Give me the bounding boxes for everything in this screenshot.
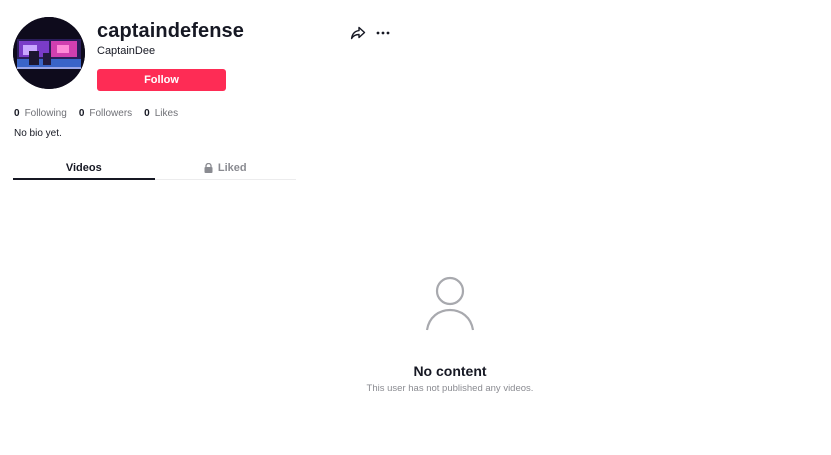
follow-button[interactable]: Follow [97, 69, 226, 91]
followers-count: 0 [78, 108, 85, 119]
profile-page: captaindefense CaptainDee Follow 0 Follo… [0, 0, 831, 455]
nickname: CaptainDee [97, 45, 156, 57]
tab-liked[interactable]: Liked [155, 156, 297, 179]
stat-followers[interactable]: 0 Followers [79, 107, 132, 120]
following-count: 0 [14, 108, 20, 119]
following-label: Following [24, 108, 67, 119]
profile-stats: 0 Following 0 Followers 0 Likes [14, 107, 178, 120]
bio: No bio yet. [14, 128, 62, 139]
stat-likes: 0 Likes [144, 107, 178, 120]
likes-label: Likes [154, 108, 179, 119]
tab-videos[interactable]: Videos [13, 156, 155, 180]
empty-state-title: No content [413, 363, 487, 379]
profile-tabs: Videos Liked [13, 156, 296, 180]
username: captaindefense [97, 20, 245, 42]
avatar-image [13, 17, 85, 89]
more-icon[interactable] [375, 25, 391, 41]
likes-count: 0 [144, 108, 150, 119]
empty-state-subtitle: This user has not published any videos. [366, 383, 534, 394]
tab-liked-label: Liked [217, 161, 247, 174]
share-icon[interactable] [350, 25, 366, 41]
lock-icon [204, 162, 213, 173]
stat-following[interactable]: 0 Following [14, 107, 67, 120]
avatar[interactable] [13, 17, 85, 89]
user-icon [424, 275, 476, 331]
tab-videos-label: Videos [65, 161, 102, 174]
followers-label: Followers [89, 108, 133, 119]
